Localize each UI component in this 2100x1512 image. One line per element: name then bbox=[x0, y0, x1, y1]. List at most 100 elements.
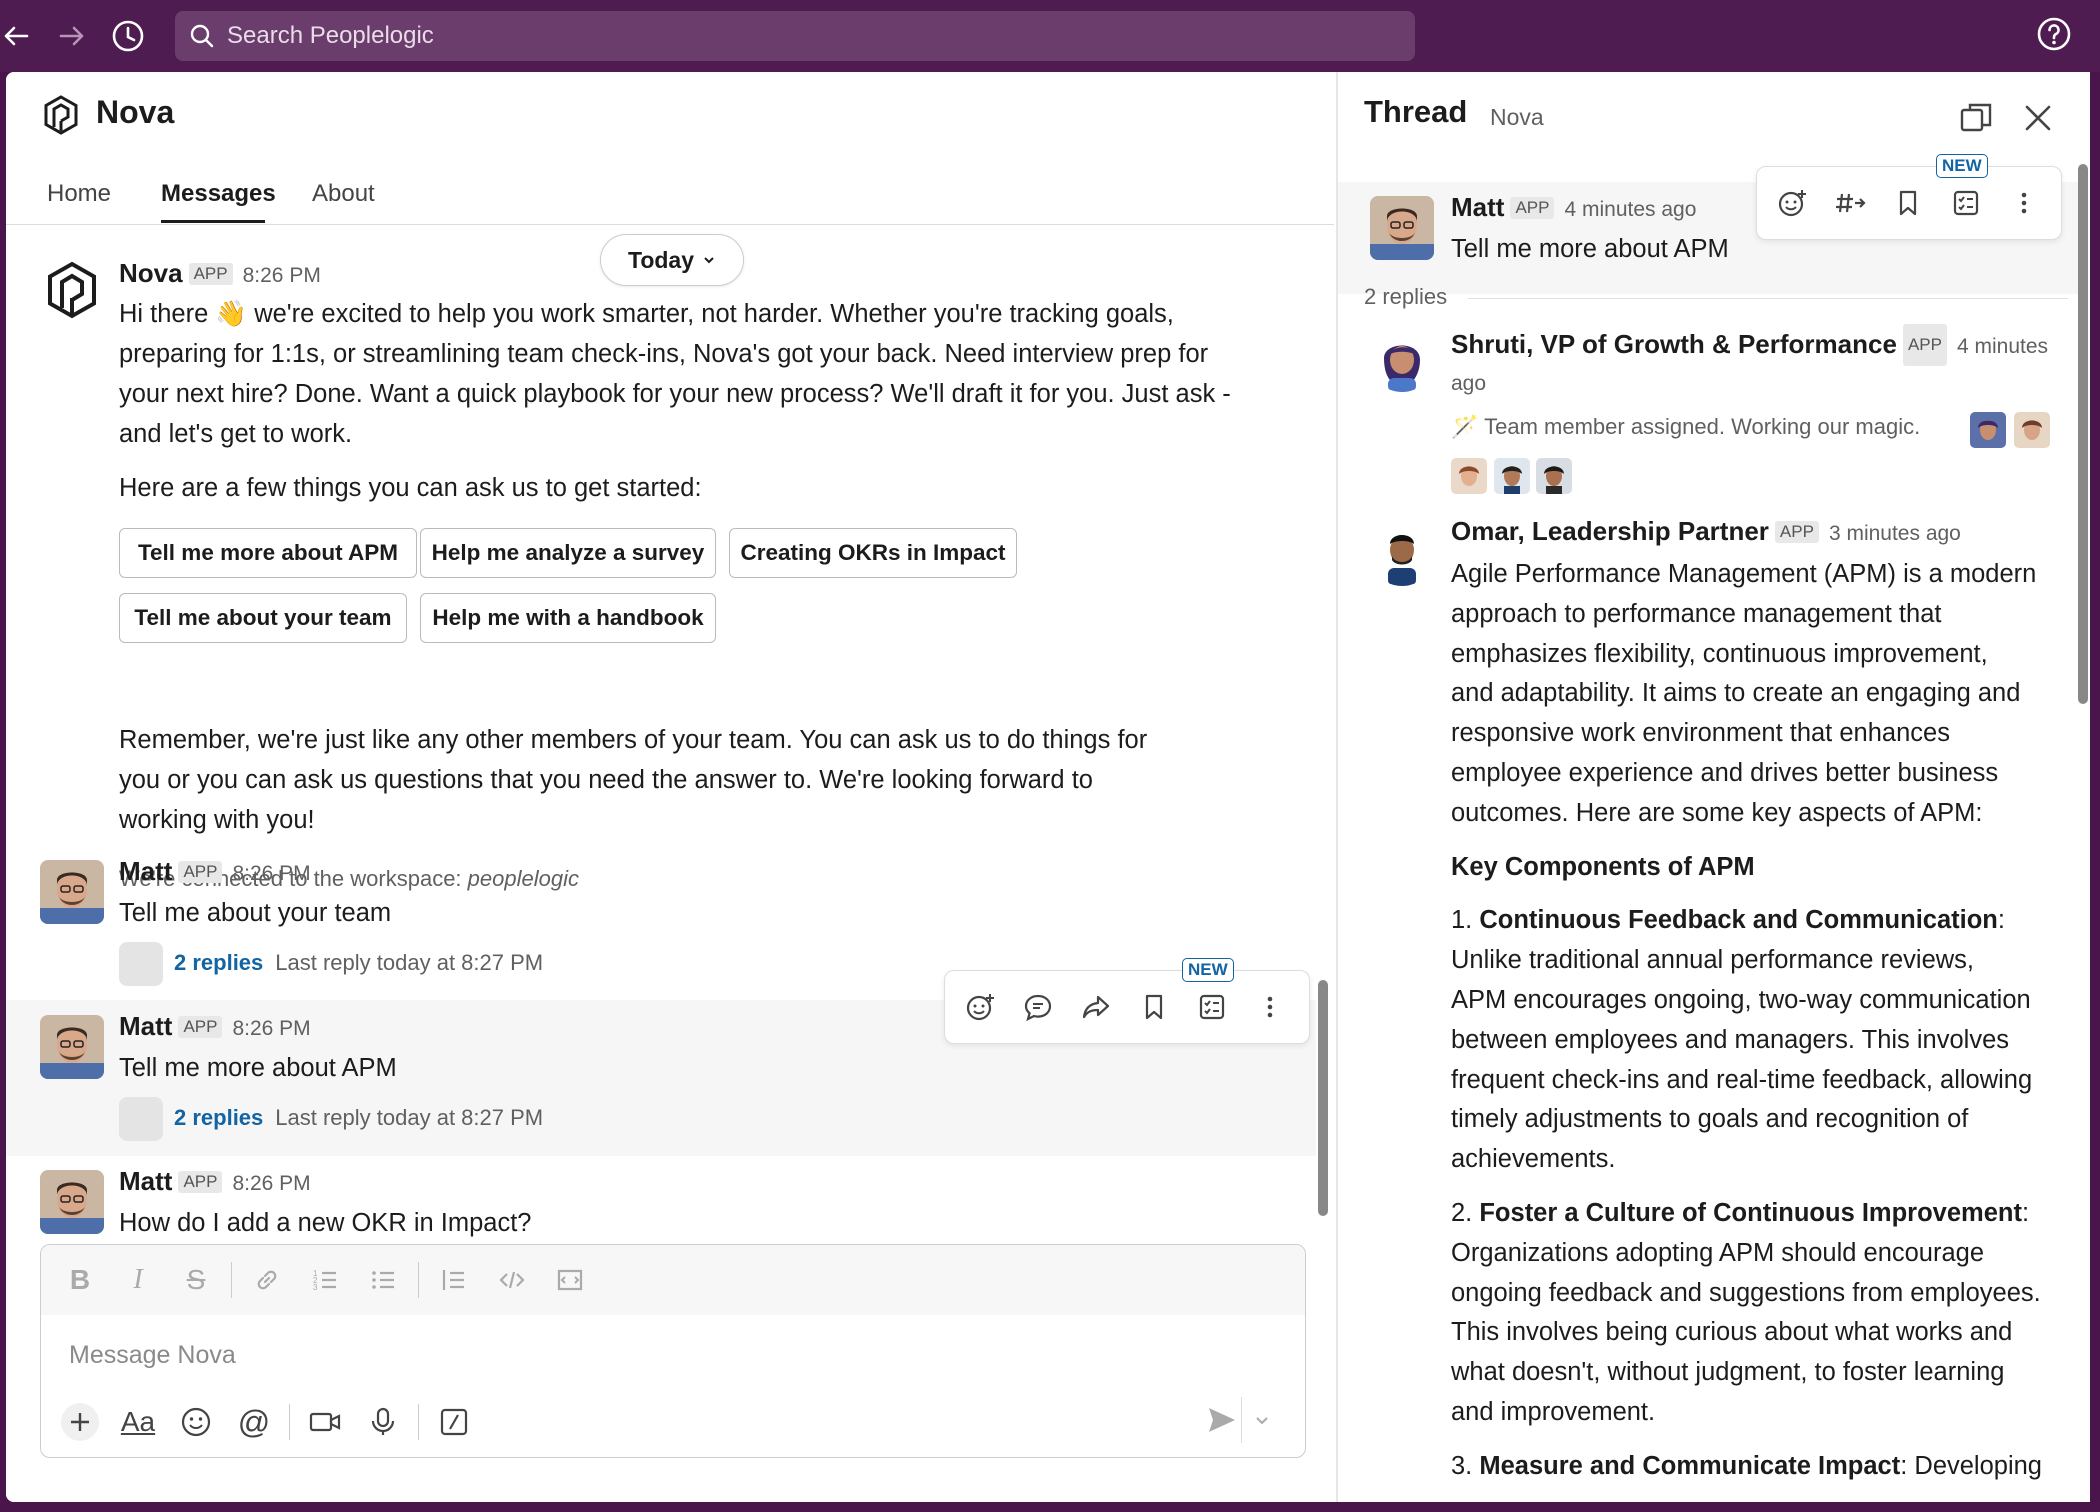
message-input[interactable]: Message Nova bbox=[69, 1341, 236, 1370]
forward-message-icon[interactable] bbox=[1067, 978, 1125, 1036]
message-time[interactable]: 8:26 PM bbox=[232, 1172, 310, 1195]
send-options-chevron-icon[interactable] bbox=[1253, 1411, 1271, 1429]
suggestion-chip-apm[interactable]: Tell me more about APM bbox=[119, 528, 417, 578]
app-badge: APP bbox=[188, 263, 233, 285]
code-block-icon[interactable] bbox=[541, 1251, 599, 1309]
answer-line: and improvement. bbox=[1451, 1397, 1656, 1426]
plus-icon[interactable] bbox=[51, 1393, 109, 1451]
tab-home[interactable]: Home bbox=[47, 180, 111, 208]
sender-name[interactable]: Matt bbox=[1451, 192, 1504, 222]
text-format-icon[interactable]: Aa bbox=[109, 1393, 167, 1451]
mention-icon[interactable]: @ bbox=[225, 1393, 283, 1451]
tab-messages[interactable]: Messages bbox=[161, 180, 276, 208]
help-icon[interactable] bbox=[2036, 16, 2076, 56]
message-time[interactable]: 8:26 PM bbox=[243, 264, 321, 287]
shruti-avatar[interactable] bbox=[1370, 328, 1434, 392]
suggestion-chip-team[interactable]: Tell me about your team bbox=[119, 593, 407, 643]
message-text: Tell me more about APM bbox=[1451, 235, 1729, 263]
top-bar: Search Peoplelogic bbox=[0, 0, 2100, 72]
message-actions-toolbar bbox=[944, 970, 1310, 1044]
message-time[interactable]: 4 minutes ago bbox=[1564, 198, 1696, 221]
sender-name[interactable]: Matt bbox=[119, 1166, 172, 1196]
strikethrough-icon[interactable]: S bbox=[167, 1251, 225, 1309]
thread-scrollbar[interactable] bbox=[2078, 164, 2088, 704]
matt-avatar[interactable] bbox=[40, 860, 104, 924]
answer-line: This involves being curious about what w… bbox=[1451, 1318, 2013, 1347]
forward-arrow-icon[interactable] bbox=[52, 16, 92, 56]
italic-icon[interactable]: I bbox=[109, 1251, 167, 1309]
emoji-icon[interactable] bbox=[167, 1393, 225, 1451]
message-time[interactable]: 4 minutes bbox=[1957, 335, 2048, 358]
suggestion-chip-handbook[interactable]: Help me with a handbook bbox=[420, 593, 716, 643]
assignee-avatar[interactable] bbox=[1494, 458, 1530, 494]
open-in-window-icon[interactable] bbox=[1958, 100, 1994, 136]
assignee-avatar[interactable] bbox=[2014, 412, 2050, 448]
matt-avatar[interactable] bbox=[40, 1015, 104, 1079]
reply-count: 2 replies bbox=[1364, 284, 1448, 309]
message-time[interactable]: 8:26 PM bbox=[232, 862, 310, 885]
suggestion-chip-survey[interactable]: Help me analyze a survey bbox=[420, 528, 716, 578]
save-bookmark-icon[interactable] bbox=[1879, 174, 1937, 232]
bold-icon[interactable]: B bbox=[51, 1251, 109, 1309]
message-composer: B I S 123 Message Nova Aa @ bbox=[40, 1244, 1306, 1458]
slash-command-icon[interactable] bbox=[425, 1393, 483, 1451]
tab-about[interactable]: About bbox=[312, 180, 375, 208]
send-icon[interactable] bbox=[1205, 1403, 1239, 1437]
more-actions-icon[interactable] bbox=[1995, 174, 2053, 232]
answer-line: timely adjustments to goals and recognit… bbox=[1451, 1105, 1969, 1134]
item-number: 2. bbox=[1451, 1198, 1480, 1227]
messages-scrollbar[interactable] bbox=[1318, 980, 1328, 1216]
message-header: Matt APP 8:26 PM bbox=[119, 1011, 311, 1042]
matt-avatar[interactable] bbox=[1370, 196, 1434, 260]
assignee-avatar[interactable] bbox=[1451, 458, 1487, 494]
message-time[interactable]: 8:26 PM bbox=[232, 1017, 310, 1040]
share-to-channel-icon[interactable] bbox=[1821, 174, 1879, 232]
answer-line: outcomes. Here are some key aspects of A… bbox=[1451, 798, 1983, 827]
sender-name[interactable]: Omar, Leadership Partner bbox=[1451, 516, 1769, 546]
history-clock-icon[interactable] bbox=[108, 16, 148, 56]
blockquote-icon[interactable] bbox=[425, 1251, 483, 1309]
more-actions-icon[interactable] bbox=[1241, 978, 1299, 1036]
thread-title: Thread bbox=[1364, 94, 1468, 129]
matt-avatar[interactable] bbox=[40, 1170, 104, 1234]
date-divider-button[interactable]: Today bbox=[600, 234, 744, 286]
assignment-status: 🪄 Team member assigned. Working our magi… bbox=[1451, 414, 1921, 439]
toolbar-separator bbox=[231, 1262, 232, 1298]
sender-name[interactable]: Matt bbox=[119, 1011, 172, 1041]
save-bookmark-icon[interactable] bbox=[1125, 978, 1183, 1036]
sender-name[interactable]: Shruti, VP of Growth & Performance bbox=[1451, 329, 1897, 359]
omar-avatar[interactable] bbox=[1370, 522, 1434, 586]
answer-heading: Key Components of APM bbox=[1451, 852, 1755, 881]
thread-channel-name[interactable]: Nova bbox=[1490, 104, 1544, 131]
add-to-list-icon[interactable] bbox=[1937, 174, 1995, 232]
assignee-avatar[interactable] bbox=[1970, 412, 2006, 448]
suggestion-chip-okrs[interactable]: Creating OKRs in Impact bbox=[729, 528, 1017, 578]
back-arrow-icon[interactable] bbox=[0, 16, 36, 56]
reply-in-thread-icon[interactable] bbox=[1009, 978, 1067, 1036]
search-input[interactable]: Search Peoplelogic bbox=[175, 11, 1415, 61]
replies-link[interactable]: 2 replies bbox=[174, 950, 263, 975]
header-divider bbox=[6, 224, 1334, 225]
answer-line: employee experience and drives better bu… bbox=[1451, 758, 1999, 787]
app-title: Nova bbox=[96, 94, 175, 130]
assignee-avatar[interactable] bbox=[1536, 458, 1572, 494]
link-icon[interactable] bbox=[238, 1251, 296, 1309]
nova-avatar[interactable] bbox=[40, 258, 104, 322]
sender-name[interactable]: Matt bbox=[119, 856, 172, 886]
add-reaction-icon[interactable] bbox=[1763, 174, 1821, 232]
chevron-down-icon bbox=[702, 253, 716, 267]
add-to-list-icon[interactable] bbox=[1183, 978, 1241, 1036]
item-title: Continuous Feedback and Communication bbox=[1479, 906, 1998, 935]
code-icon[interactable] bbox=[483, 1251, 541, 1309]
video-icon[interactable] bbox=[296, 1393, 354, 1451]
replies-link[interactable]: 2 replies bbox=[174, 1105, 263, 1130]
add-reaction-icon[interactable] bbox=[951, 978, 1009, 1036]
message-time[interactable]: 3 minutes ago bbox=[1829, 522, 1961, 545]
bulleted-list-icon[interactable] bbox=[354, 1251, 412, 1309]
sender-name[interactable]: Nova bbox=[119, 258, 183, 288]
close-icon[interactable] bbox=[2020, 100, 2056, 136]
ordered-list-icon[interactable]: 123 bbox=[296, 1251, 354, 1309]
microphone-icon[interactable] bbox=[354, 1393, 412, 1451]
intro-text: Hi there 👋 we're excited to help you wor… bbox=[119, 294, 1319, 454]
message-header: Omar, Leadership Partner APP 3 minutes ago bbox=[1451, 516, 1961, 547]
